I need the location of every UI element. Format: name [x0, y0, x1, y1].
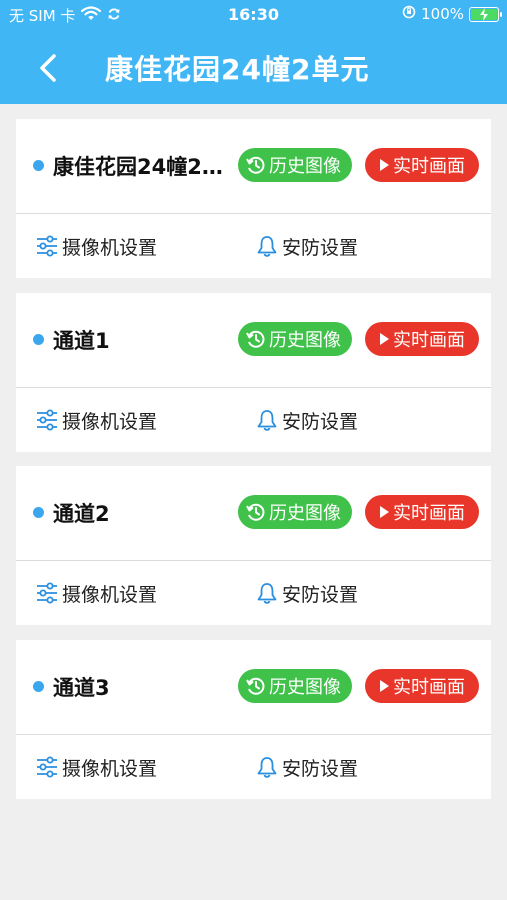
history-image-label: 历史图像 — [269, 156, 341, 177]
history-image-label: 历史图像 — [269, 330, 341, 351]
nav-bar: 康佳花园24幢2单元 — [0, 30, 507, 104]
history-icon — [246, 677, 265, 695]
sliders-icon — [37, 235, 57, 257]
battery-percent: 100% — [421, 5, 464, 23]
battery-icon — [469, 6, 502, 22]
history-image-label: 历史图像 — [269, 677, 341, 698]
status-dot — [33, 160, 44, 171]
status-dot — [33, 507, 44, 518]
security-settings-label: 安防设置 — [282, 583, 359, 606]
channel-name: 通道2 — [53, 502, 110, 526]
camera-settings-button[interactable]: 摄像机设置 — [35, 214, 157, 278]
live-view-button[interactable]: 实时画面 — [365, 669, 479, 703]
live-view-button[interactable]: 实时画面 — [365, 148, 479, 182]
channel-card: 通道3 历史图像 实时画面 摄像机设置 安防设置 — [16, 640, 491, 799]
history-icon — [246, 156, 265, 174]
camera-settings-label: 摄像机设置 — [62, 236, 158, 259]
camera-settings-label: 摄像机设置 — [62, 410, 158, 433]
live-view-label: 实时画面 — [393, 503, 465, 524]
camera-settings-label: 摄像机设置 — [62, 757, 158, 780]
sliders-icon — [37, 582, 57, 604]
play-icon — [380, 506, 389, 518]
history-image-label: 历史图像 — [269, 503, 341, 524]
live-view-label: 实时画面 — [393, 677, 465, 698]
channel-card-settings: 摄像机设置 安防设置 — [16, 561, 491, 625]
bell-icon — [257, 236, 277, 257]
channel-name: 通道1 — [53, 329, 110, 353]
history-image-button[interactable]: 历史图像 — [238, 669, 352, 703]
history-icon — [246, 330, 265, 348]
security-settings-label: 安防设置 — [282, 410, 359, 433]
page-title: 康佳花园24幢2单元 — [105, 53, 370, 86]
channel-card: 通道1 历史图像 实时画面 摄像机设置 安防设置 — [16, 293, 491, 452]
channel-name: 康佳花园24幢2单元 — [53, 155, 237, 179]
channel-card-header: 通道2 历史图像 实时画面 — [16, 466, 491, 560]
back-button[interactable] — [30, 48, 70, 88]
security-settings-button[interactable]: 安防设置 — [255, 214, 358, 278]
camera-settings-button[interactable]: 摄像机设置 — [35, 735, 157, 799]
bell-icon — [257, 410, 277, 431]
live-view-button[interactable]: 实时画面 — [365, 495, 479, 529]
status-dot — [33, 681, 44, 692]
security-settings-button[interactable]: 安防设置 — [255, 561, 358, 625]
live-view-button[interactable]: 实时画面 — [365, 322, 479, 356]
camera-settings-button[interactable]: 摄像机设置 — [35, 561, 157, 625]
security-settings-button[interactable]: 安防设置 — [255, 388, 358, 452]
history-image-button[interactable]: 历史图像 — [238, 148, 352, 182]
live-view-label: 实时画面 — [393, 156, 465, 177]
camera-settings-button[interactable]: 摄像机设置 — [35, 388, 157, 452]
sliders-icon — [37, 756, 57, 778]
channel-card-header: 通道1 历史图像 实时画面 — [16, 293, 491, 387]
play-icon — [380, 680, 389, 692]
channel-card: 康佳花园24幢2单元 历史图像 实时画面 摄像机设置 安防设置 — [16, 119, 491, 278]
bell-icon — [257, 583, 277, 604]
security-settings-button[interactable]: 安防设置 — [255, 735, 358, 799]
history-image-button[interactable]: 历史图像 — [238, 322, 352, 356]
history-icon — [246, 503, 265, 521]
chevron-left-icon — [40, 54, 56, 82]
camera-settings-label: 摄像机设置 — [62, 583, 158, 606]
app-header: 无 SIM 卡 16:30 100% 康佳花园24幢2单元 — [0, 0, 507, 104]
channel-card-header: 康佳花园24幢2单元 历史图像 实时画面 — [16, 119, 491, 213]
channel-name: 通道3 — [53, 676, 110, 700]
channel-card-header: 通道3 历史图像 实时画面 — [16, 640, 491, 734]
security-settings-label: 安防设置 — [282, 236, 359, 259]
sliders-icon — [37, 409, 57, 431]
channel-card: 通道2 历史图像 实时画面 摄像机设置 安防设置 — [16, 466, 491, 625]
orientation-lock-icon — [402, 5, 416, 23]
history-image-button[interactable]: 历史图像 — [238, 495, 352, 529]
channel-card-settings: 摄像机设置 安防设置 — [16, 214, 491, 278]
live-view-label: 实时画面 — [393, 330, 465, 351]
status-right: 100% — [402, 5, 502, 23]
play-icon — [380, 159, 389, 171]
security-settings-label: 安防设置 — [282, 757, 359, 780]
status-dot — [33, 334, 44, 345]
play-icon — [380, 333, 389, 345]
status-bar: 无 SIM 卡 16:30 100% — [0, 0, 507, 30]
channel-card-settings: 摄像机设置 安防设置 — [16, 388, 491, 452]
channel-card-settings: 摄像机设置 安防设置 — [16, 735, 491, 799]
bell-icon — [257, 757, 277, 778]
